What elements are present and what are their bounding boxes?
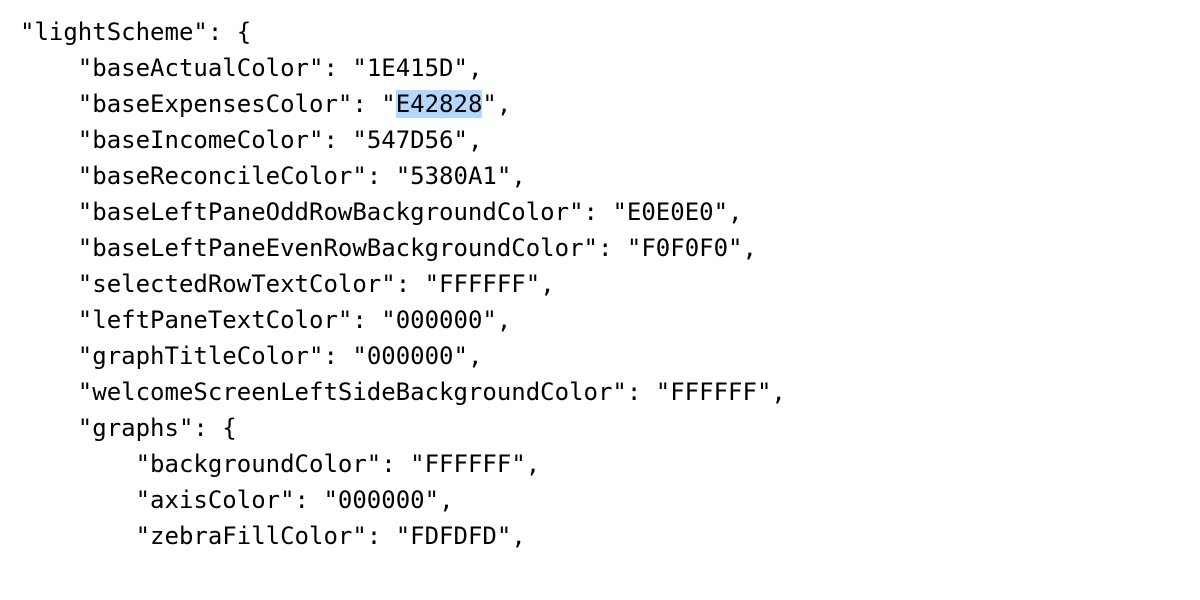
json-value: E0E0E0 xyxy=(627,198,714,226)
json-key: baseIncomeColor xyxy=(92,126,309,154)
json-code-block[interactable]: "lightScheme": { "baseActualColor": "1E4… xyxy=(0,0,1200,554)
json-value-selected[interactable]: E42828 xyxy=(396,90,483,118)
json-key: axisColor xyxy=(150,486,280,514)
json-key: zebraFillColor xyxy=(150,522,352,550)
json-key: selectedRowTextColor xyxy=(92,270,381,298)
json-key: leftPaneTextColor xyxy=(92,306,338,334)
json-value: 000000 xyxy=(396,306,483,334)
json-value: 000000 xyxy=(338,486,425,514)
json-value: 547D56 xyxy=(367,126,454,154)
json-key: baseExpensesColor xyxy=(92,90,338,118)
json-value: F0F0F0 xyxy=(641,234,728,262)
json-key: backgroundColor xyxy=(150,450,367,478)
json-key: baseLeftPaneOddRowBackgroundColor xyxy=(92,198,569,226)
json-value: FFFFFF xyxy=(439,270,526,298)
json-value: FDFDFD xyxy=(410,522,497,550)
json-key: baseActualColor xyxy=(92,54,309,82)
json-key: graphTitleColor xyxy=(92,342,309,370)
json-value: 1E415D xyxy=(367,54,454,82)
json-value: 000000 xyxy=(367,342,454,370)
json-key: graphs xyxy=(92,414,179,442)
json-key: baseLeftPaneEvenRowBackgroundColor xyxy=(92,234,583,262)
json-key: lightScheme xyxy=(34,18,193,46)
json-value: FFFFFF xyxy=(670,378,757,406)
json-key: welcomeScreenLeftSideBackgroundColor xyxy=(92,378,612,406)
json-value: 5380A1 xyxy=(410,162,497,190)
json-key: baseReconcileColor xyxy=(92,162,352,190)
json-value: FFFFFF xyxy=(425,450,512,478)
